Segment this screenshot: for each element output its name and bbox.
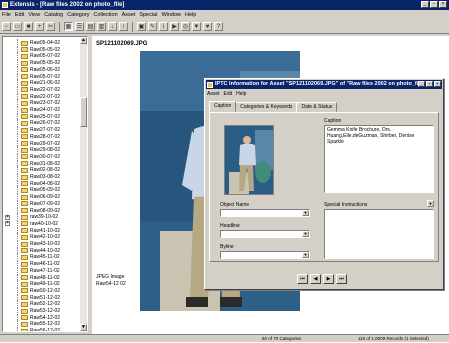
menu-view[interactable]: View <box>28 12 40 18</box>
maximize-button[interactable]: ▫ <box>430 1 438 8</box>
tree-item[interactable]: Raw56-12-02 <box>3 327 61 332</box>
dialog-title-bar: IPTC Information for Asset "SP121102069.… <box>206 80 442 89</box>
view-detail-icon[interactable]: ▥ <box>97 22 106 31</box>
asset-thumbnail <box>224 125 274 195</box>
slideshow-icon[interactable]: ▶ <box>170 22 179 31</box>
menu-category[interactable]: Category <box>67 12 89 18</box>
menu-help[interactable]: Help <box>185 12 196 18</box>
object-name-label: Object Name <box>220 202 250 208</box>
status-bar: 60 of 70 Categories 116 of 1,0009 Record… <box>0 334 449 342</box>
caption-label: Caption <box>324 118 342 124</box>
tab-categories-keywords[interactable]: Categories & Keywords <box>235 102 298 112</box>
minimize-button[interactable]: _ <box>421 1 429 8</box>
headline-label: Headline <box>220 223 240 229</box>
dialog-minimize-button[interactable]: _ <box>418 81 425 87</box>
window-title: Extensis - [Raw files 2002 on photo_file… <box>10 2 125 8</box>
sort-za-icon[interactable]: ↑ <box>119 22 128 31</box>
find-icon[interactable]: ◎ <box>181 22 190 31</box>
menu-collection[interactable]: Collection <box>93 12 117 18</box>
dialog-menu-edit[interactable]: Edit <box>224 91 233 97</box>
byline-field[interactable]: ▼ <box>220 251 310 259</box>
cut-icon[interactable]: ✂ <box>46 22 55 31</box>
next-record-button[interactable]: ▶ <box>323 274 334 284</box>
app-icon <box>2 2 8 8</box>
open-icon[interactable]: ▭ <box>13 22 22 31</box>
menu-special[interactable]: Special <box>139 12 157 18</box>
preview-category: Raw54-12 02 <box>96 281 126 287</box>
title-bar: Extensis - [Raw files 2002 on photo_file… <box>0 0 449 10</box>
scroll-down-icon[interactable]: ▼ <box>80 324 87 331</box>
heart-icon[interactable]: ♥ <box>203 22 212 31</box>
dialog-close-button[interactable]: × <box>434 81 441 87</box>
dialog-app-icon <box>207 81 213 88</box>
sort-az-icon[interactable]: ↓ <box>108 22 117 31</box>
menu-window[interactable]: Window <box>161 12 181 18</box>
edit-icon[interactable]: ✎ <box>148 22 157 31</box>
dialog-tabs: Caption Categories & Keywords Date & Sta… <box>209 101 338 112</box>
tab-date-status[interactable]: Date & Status <box>296 102 338 112</box>
save-icon[interactable]: ■ <box>24 22 33 31</box>
first-record-button[interactable]: ⏮ <box>297 274 308 284</box>
menu-edit[interactable]: Edit <box>15 12 24 18</box>
scroll-up-icon[interactable]: ▲ <box>80 37 87 44</box>
add-icon[interactable]: + <box>35 22 44 31</box>
view-list-icon[interactable]: ☰ <box>75 22 84 31</box>
special-instructions-label: Special Instructions <box>324 202 368 208</box>
scroll-thumb[interactable] <box>80 97 87 127</box>
special-instructions-dropdown-icon[interactable]: ▼ <box>427 200 434 207</box>
chevron-down-icon[interactable]: ▼ <box>302 231 309 237</box>
info-icon[interactable]: i <box>159 22 168 31</box>
menu-asset[interactable]: Asset <box>122 12 136 18</box>
toolbar: ▫ ▭ ■ + ✂ ▦ ☰ ▤ ▥ ↓ ↑ ▣ ✎ i ▶ ◎ ▼ ♥ ? <box>0 20 449 34</box>
new-catalog-icon[interactable]: ▫ <box>2 22 11 31</box>
iptc-dialog: IPTC Information for Asset "SP121102069.… <box>204 78 444 290</box>
menu-catalog[interactable]: Catalog <box>44 12 63 18</box>
previous-record-button[interactable]: ◀ <box>310 274 321 284</box>
catalog-tree[interactable]: ▲ ▼ Raw05-04-02 Raw05-05-02 Raw05-07-02 Raw… <box>2 36 88 332</box>
menu-file[interactable]: File <box>2 12 11 18</box>
tree-connector <box>3 327 21 331</box>
chevron-down-icon[interactable]: ▼ <box>302 252 309 258</box>
preview-icon[interactable]: ▣ <box>137 22 146 31</box>
object-name-field[interactable]: ▼ <box>220 209 310 217</box>
menu-bar: File Edit View Catalog Category Collecti… <box>0 10 449 19</box>
preview-filename: SP121102069.JPG <box>96 41 148 47</box>
help-icon[interactable]: ? <box>214 22 223 31</box>
dialog-menu-asset[interactable]: Asset <box>207 91 220 97</box>
app-window: Extensis - [Raw files 2002 on photo_file… <box>0 0 449 342</box>
dialog-menu-help[interactable]: Help <box>236 91 246 97</box>
special-instructions-field[interactable] <box>324 209 434 259</box>
dialog-title: IPTC Information for Asset "SP121102069.… <box>215 81 426 87</box>
byline-label: Byline <box>220 244 234 250</box>
view-grid-icon[interactable]: ▤ <box>86 22 95 31</box>
tree-item-label: Raw56-12-02 <box>30 328 61 332</box>
close-button[interactable]: × <box>439 1 447 8</box>
preview-type: JPEG Image <box>96 274 125 280</box>
tree-scrollbar[interactable]: ▲ ▼ <box>80 37 87 331</box>
toolbar-separator <box>132 21 133 32</box>
folder-icon <box>21 328 28 331</box>
view-thumb-icon[interactable]: ▦ <box>64 22 73 31</box>
record-navigation: ⏮ ◀ ▶ ⏭ <box>297 274 347 284</box>
filter-icon[interactable]: ▼ <box>192 22 201 31</box>
caption-field[interactable]: Gemma Knife Brochure, Drs. Huang,Elle,de… <box>324 125 434 193</box>
caption-panel: Caption Gemma Knife Brochure, Drs. Huang… <box>209 112 439 262</box>
tab-caption[interactable]: Caption <box>209 101 237 112</box>
dialog-maximize-button[interactable]: ▫ <box>426 81 433 87</box>
last-record-button[interactable]: ⏭ <box>336 274 347 284</box>
dialog-menu-bar: Asset Edit Help <box>207 90 246 97</box>
toolbar-separator <box>59 21 60 32</box>
headline-field[interactable]: ▼ <box>220 230 310 238</box>
chevron-down-icon[interactable]: ▼ <box>302 210 309 216</box>
